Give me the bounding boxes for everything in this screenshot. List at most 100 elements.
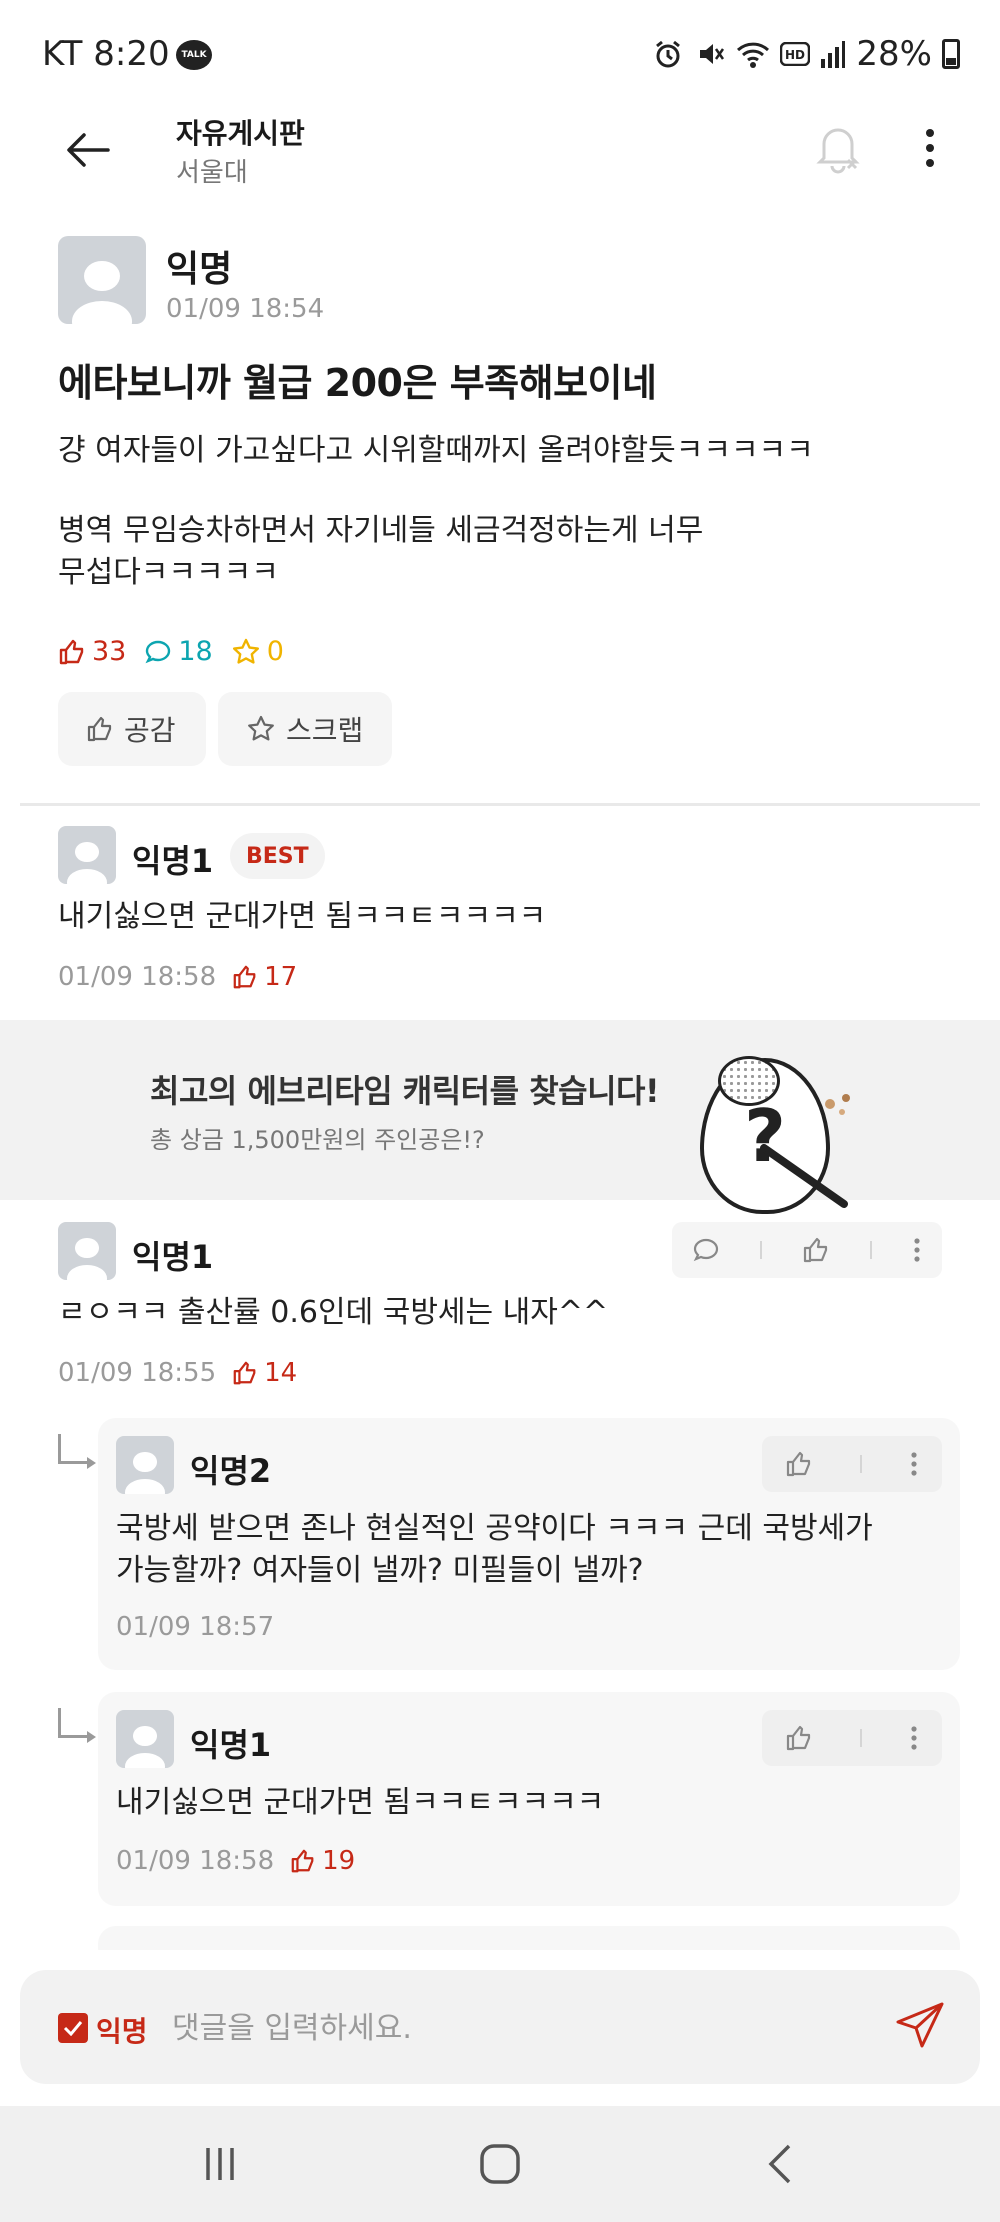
comment-avatar: [58, 1222, 116, 1280]
kakaotalk-icon: TALK: [176, 40, 212, 70]
comment-likes-value: 14: [264, 1358, 298, 1388]
post-stats: 33 18 0: [58, 636, 284, 667]
reply-time: 01/09 18:58: [116, 1846, 275, 1876]
comment-count: 18: [144, 636, 213, 667]
banner-title: 최고의 에브리타임 캐릭터를 찾습니다!: [150, 1072, 660, 1110]
paper-plane-icon: [896, 2002, 944, 2048]
notification-button[interactable]: [808, 118, 868, 178]
thumbs-up-icon[interactable]: [802, 1236, 830, 1264]
wifi-icon: [737, 42, 770, 68]
check-icon: [63, 2021, 83, 2036]
comment-text: ㄹㅇㅋㅋ 출산률 0.6인데 국방세는 내자^^: [58, 1295, 609, 1330]
post-author: 익명: [166, 249, 233, 290]
home-button[interactable]: [450, 2124, 550, 2204]
banner-subtitle: 총 상금 1,500만원의 주인공은!?: [150, 1126, 485, 1154]
post-time: 01/09 18:54: [166, 294, 325, 324]
comment-text: 내기싫으면 군대가면 됨ㅋㅋㅌㅋㅋㅋㅋ: [58, 899, 547, 934]
post-body: 걍 여자들이 가고싶다고 시위할때까지 올려야할듯ㅋㅋㅋㅋㅋ 병역 무임승차하면…: [58, 430, 958, 594]
thumbs-up-icon[interactable]: [785, 1450, 813, 1478]
reply-avatar: [116, 1436, 174, 1494]
reply-toolbar: [762, 1436, 942, 1492]
like-button-label: 공감: [124, 714, 176, 747]
thumbs-up-icon: [233, 1361, 256, 1385]
mute-icon: [700, 44, 725, 64]
list-fade: [0, 1950, 1000, 1970]
svg-text:HD: HD: [785, 48, 805, 62]
recent-apps-icon: [206, 2148, 234, 2180]
status-bar: KT 8:20 TALK HD 28%: [0, 0, 1000, 115]
best-badge: BEST: [230, 833, 325, 879]
comment-author: 익명1: [132, 1238, 214, 1276]
comment-input[interactable]: [172, 2000, 872, 2056]
send-button[interactable]: [892, 1998, 952, 2058]
post-paragraph: 걍 여자들이 가고싶다고 시위할때까지 올려야할듯ㅋㅋㅋㅋㅋ: [58, 433, 814, 468]
comment-time: 01/09 18:58: [58, 962, 217, 992]
reply-likes: 19: [290, 1846, 355, 1876]
carrier-time: KT 8:20: [42, 34, 170, 74]
reply-icon[interactable]: [692, 1236, 720, 1264]
more-vertical-icon[interactable]: [909, 1724, 919, 1752]
more-vertical-icon[interactable]: [909, 1450, 919, 1478]
divider: [20, 803, 980, 806]
status-icons: HD 28%: [652, 34, 960, 74]
separator: [760, 1241, 762, 1259]
reply-arrow-icon: [58, 1708, 96, 1743]
dot-icon: [926, 129, 934, 137]
chevron-left-icon: [768, 2144, 791, 2184]
reply-likes-value: 19: [322, 1846, 356, 1876]
anonymous-label[interactable]: 익명: [96, 2010, 148, 2050]
comment-likes: 17: [232, 962, 297, 992]
comment-count-value: 18: [178, 636, 213, 667]
thumbs-up-icon: [59, 639, 84, 664]
dot-icon: [926, 159, 934, 167]
reply-toolbar: [762, 1710, 942, 1766]
hd-icon: HD: [780, 42, 811, 66]
reply-meta: 01/09 18:58 19: [116, 1846, 355, 1876]
thumbs-up-icon: [233, 965, 256, 989]
dot-icon: [926, 144, 934, 152]
scrap-count-value: 0: [266, 636, 284, 667]
board-subtitle: 서울대: [176, 158, 248, 188]
more-options-button[interactable]: [900, 118, 960, 178]
comment-avatar: [58, 826, 116, 884]
comment-likes-value: 17: [264, 962, 298, 992]
back-button[interactable]: [58, 120, 118, 180]
star-icon: [248, 715, 274, 741]
thumbs-up-icon: [291, 1849, 314, 1873]
bell-off-icon: [816, 128, 860, 174]
scrap-count: 0: [231, 636, 284, 667]
comment-time: 01/09 18:55: [58, 1358, 217, 1388]
thumbs-up-icon: [87, 716, 112, 742]
comment-author: 익명1: [132, 842, 214, 880]
separator: [870, 1241, 872, 1259]
system-back-button[interactable]: [730, 2124, 830, 2204]
comment-meta: 01/09 18:58 17: [58, 962, 297, 992]
like-button[interactable]: 공감: [58, 692, 206, 766]
reply-author: 익명2: [190, 1452, 272, 1490]
scrap-button[interactable]: 스크랩: [218, 692, 392, 766]
comment-likes: 14: [232, 1358, 297, 1388]
comment-meta: 01/09 18:55 14: [58, 1358, 297, 1388]
reply-meta: 01/09 18:57: [116, 1612, 274, 1642]
star-icon: [232, 638, 259, 664]
post-title: 에타보니까 월급 200은 부족해보이네: [58, 361, 657, 405]
thumbs-up-icon[interactable]: [785, 1724, 813, 1752]
like-count: 33: [58, 636, 126, 667]
reply-time: 01/09 18:57: [116, 1612, 275, 1642]
separator: [859, 1729, 862, 1747]
home-icon: [480, 2144, 520, 2184]
post-paragraph: 병역 무임승차하면서 자기네들 세금걱정하는게 너무 무섭다ㅋㅋㅋㅋㅋ: [58, 513, 704, 590]
more-vertical-icon[interactable]: [912, 1236, 922, 1264]
board-title: 자유게시판: [176, 117, 305, 150]
pencil-icon: [760, 1144, 848, 1208]
speech-bubble-icon: [145, 640, 171, 663]
recent-apps-button[interactable]: [170, 2124, 270, 2204]
reply-author: 익명1: [190, 1726, 272, 1764]
egg-cap-image: [718, 1056, 780, 1106]
anonymous-checkbox[interactable]: [58, 2013, 88, 2043]
like-count-value: 33: [92, 636, 127, 667]
signal-icon: [821, 41, 846, 68]
separator: [859, 1455, 862, 1473]
reply-text: 내기싫으면 군대가면 됨ㅋㅋㅌㅋㅋㅋㅋ: [116, 1785, 605, 1820]
comment-toolbar: [672, 1222, 942, 1278]
